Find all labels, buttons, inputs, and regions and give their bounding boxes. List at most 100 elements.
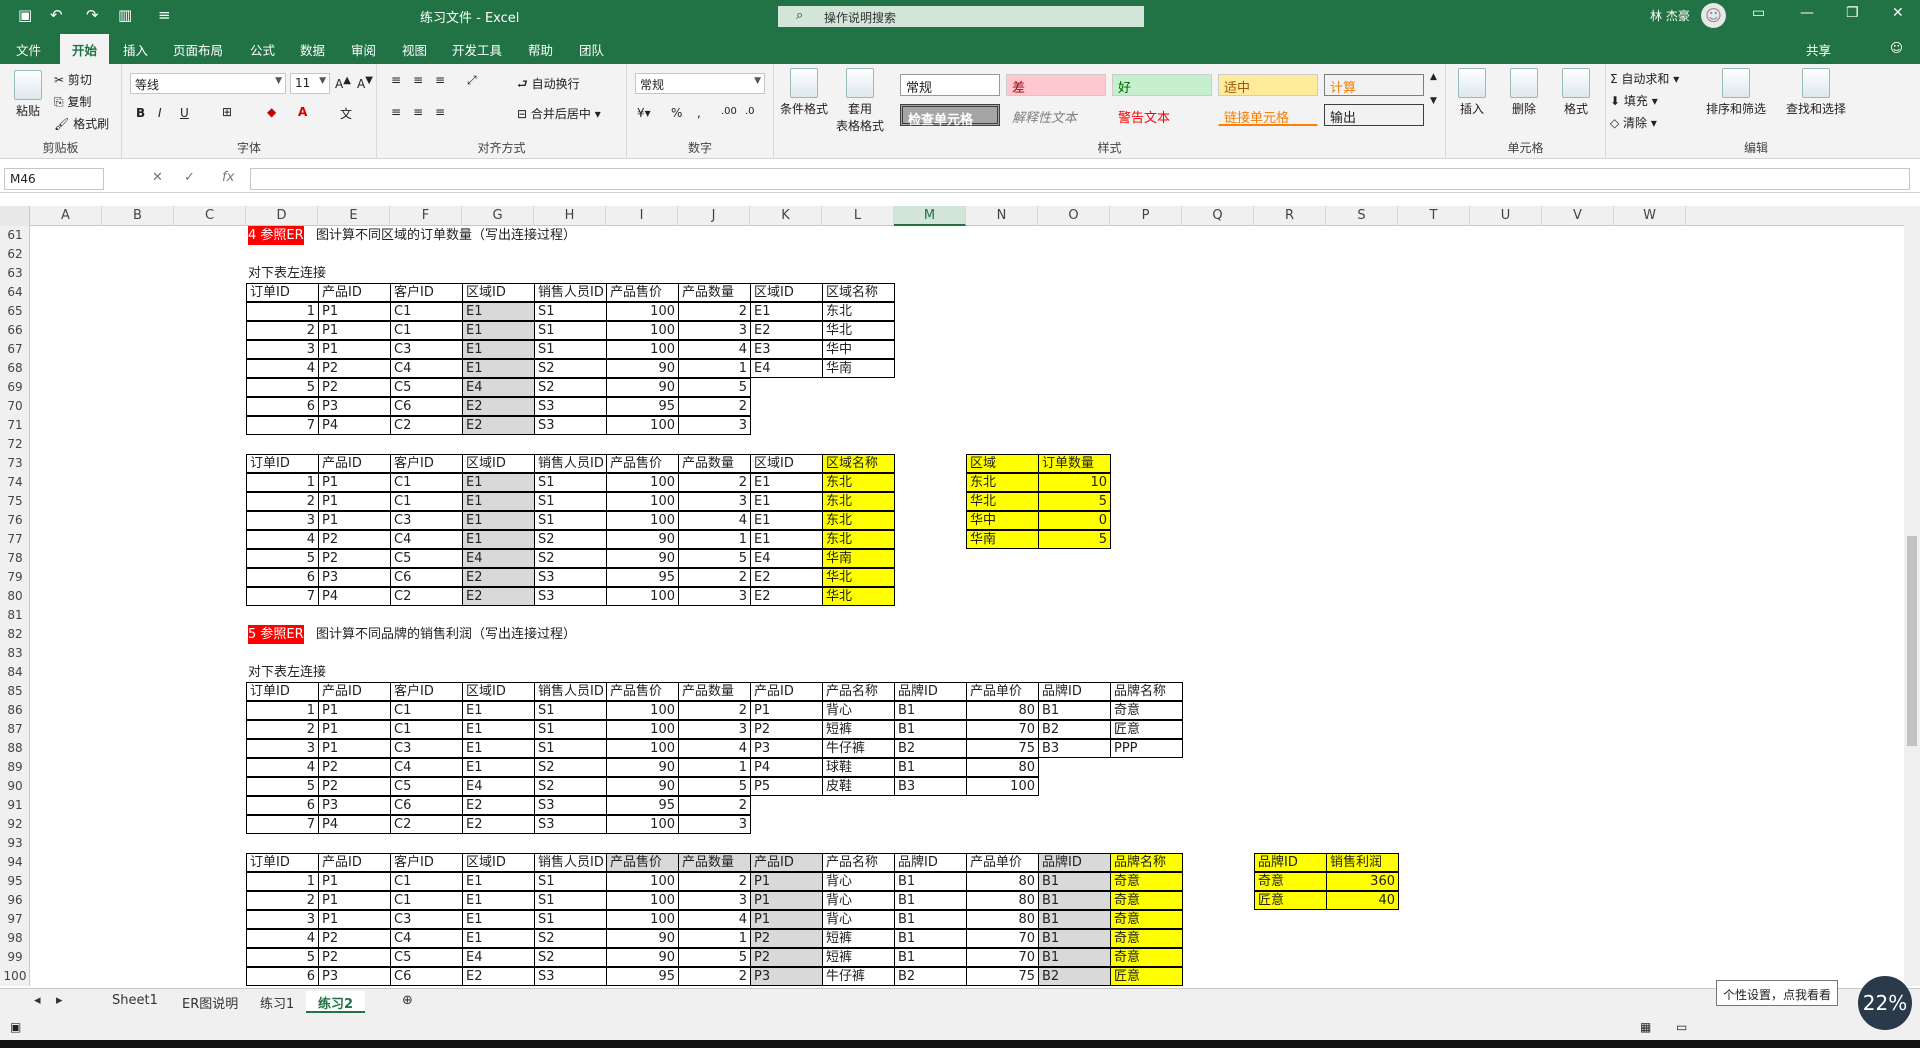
- table-cell[interactable]: P2: [318, 549, 391, 568]
- column-header-R[interactable]: R: [1254, 206, 1326, 226]
- currency-icon[interactable]: ¥▾: [637, 106, 651, 120]
- align-middle-icon[interactable]: ≡: [413, 73, 423, 87]
- table-cell[interactable]: 1: [246, 872, 319, 891]
- table-cell[interactable]: S3: [534, 587, 607, 606]
- table-cell[interactable]: B1: [1038, 701, 1111, 720]
- row-header-95[interactable]: 95: [0, 872, 29, 891]
- table-cell[interactable]: P1: [750, 891, 823, 910]
- column-header-K[interactable]: K: [750, 206, 822, 226]
- ime-tooltip[interactable]: 个性设置，点我看看: [1716, 980, 1838, 1006]
- table-cell[interactable]: 华南: [822, 359, 895, 378]
- table-cell[interactable]: P3: [318, 397, 391, 416]
- select-all-corner[interactable]: [0, 206, 30, 226]
- table-cell[interactable]: P3: [318, 796, 391, 815]
- table-cell[interactable]: B1: [1038, 929, 1111, 948]
- table-cell[interactable]: E4: [462, 549, 535, 568]
- grow-font-icon[interactable]: A▲: [335, 75, 351, 91]
- table-cell[interactable]: 90: [606, 378, 679, 397]
- fill-color-icon[interactable]: ◆: [267, 105, 276, 119]
- row-header-72[interactable]: 72: [0, 435, 29, 454]
- table-cell[interactable]: 100: [606, 473, 679, 492]
- decrease-decimal-icon[interactable]: .0: [745, 106, 755, 117]
- table-cell[interactable]: E1: [462, 872, 535, 891]
- table-cell[interactable]: 4: [678, 340, 751, 359]
- table-cell[interactable]: 东北: [822, 530, 895, 549]
- row-header-85[interactable]: 85: [0, 682, 29, 701]
- table-header[interactable]: 区域名称: [822, 283, 895, 302]
- row-header-92[interactable]: 92: [0, 815, 29, 834]
- macro-record-icon[interactable]: ▣: [10, 1020, 21, 1034]
- row-header-70[interactable]: 70: [0, 397, 29, 416]
- row-header-79[interactable]: 79: [0, 568, 29, 587]
- table-cell[interactable]: E1: [462, 473, 535, 492]
- table-cell[interactable]: 2: [678, 796, 751, 815]
- table-cell[interactable]: 5: [678, 549, 751, 568]
- table-cell[interactable]: 奇意: [1110, 872, 1183, 891]
- table-cell[interactable]: C1: [390, 720, 463, 739]
- table-cell[interactable]: P1: [318, 872, 391, 891]
- table-cell[interactable]: S1: [534, 321, 607, 340]
- add-sheet-icon[interactable]: ⊕: [390, 991, 425, 1013]
- row-header-78[interactable]: 78: [0, 549, 29, 568]
- table-cell[interactable]: B2: [1038, 720, 1111, 739]
- table-cell[interactable]: 95: [606, 568, 679, 587]
- table-cell[interactable]: E1: [462, 302, 535, 321]
- phonetic-icon[interactable]: 文: [340, 105, 352, 122]
- row-header-77[interactable]: 77: [0, 530, 29, 549]
- table-cell[interactable]: E1: [462, 758, 535, 777]
- row-header-81[interactable]: 81: [0, 606, 29, 625]
- table-cell[interactable]: C5: [390, 948, 463, 967]
- table-cell[interactable]: 3: [246, 739, 319, 758]
- table-cell[interactable]: B1: [894, 720, 967, 739]
- table-cell[interactable]: P1: [318, 473, 391, 492]
- table-cell[interactable]: E4: [462, 948, 535, 967]
- table-cell[interactable]: P1: [750, 872, 823, 891]
- worksheet-grid[interactable]: 4 参照ER 图计算不同区域的订单数量（写出连接过程） 对下表左连接 订单ID 产品ID…: [30, 226, 1904, 986]
- italic-button[interactable]: I: [158, 106, 162, 120]
- table-cell[interactable]: C2: [390, 815, 463, 834]
- table-cell[interactable]: P2: [750, 948, 823, 967]
- table-cell[interactable]: E2: [750, 321, 823, 340]
- close-icon[interactable]: ✕: [1892, 5, 1904, 21]
- table-cell[interactable]: C1: [390, 891, 463, 910]
- shrink-font-icon[interactable]: A▼: [357, 75, 373, 91]
- style-linked-cell[interactable]: 链接单元格: [1218, 104, 1318, 126]
- column-header-J[interactable]: J: [678, 206, 750, 226]
- row-header-73[interactable]: 73: [0, 454, 29, 473]
- table-cell[interactable]: 70: [966, 720, 1039, 739]
- table-header[interactable]: 销售人员ID: [534, 682, 607, 701]
- table-cell[interactable]: P1: [318, 701, 391, 720]
- table-cell[interactable]: 100: [606, 416, 679, 435]
- table-cell[interactable]: 100: [606, 340, 679, 359]
- table-cell[interactable]: C3: [390, 340, 463, 359]
- summary-cell[interactable]: 东北: [966, 473, 1039, 492]
- table-cell[interactable]: E4: [462, 378, 535, 397]
- font-name-select[interactable]: 等线 ▼: [130, 73, 286, 94]
- table-header[interactable]: 订单ID: [246, 454, 319, 473]
- table-cell[interactable]: 背心: [822, 891, 895, 910]
- table-cell[interactable]: 6: [246, 397, 319, 416]
- table-cell[interactable]: 奇意: [1110, 701, 1183, 720]
- table-cell[interactable]: S2: [534, 777, 607, 796]
- column-header-F[interactable]: F: [390, 206, 462, 226]
- summary-cell[interactable]: 5: [1038, 492, 1111, 511]
- table-cell[interactable]: S3: [534, 568, 607, 587]
- column-header-W[interactable]: W: [1614, 206, 1686, 226]
- vertical-scrollbar[interactable]: [1904, 206, 1920, 986]
- table-cell[interactable]: P2: [318, 530, 391, 549]
- table-cell[interactable]: 短裤: [822, 929, 895, 948]
- table-header[interactable]: 订单ID: [246, 283, 319, 302]
- table-cell[interactable]: B2: [1038, 967, 1111, 986]
- summary-cell[interactable]: 40: [1326, 891, 1399, 910]
- table-cell[interactable]: C3: [390, 739, 463, 758]
- style-calculation[interactable]: 计算: [1324, 74, 1424, 96]
- save-icon[interactable]: ▣: [18, 6, 32, 24]
- row-header-82[interactable]: 82: [0, 625, 29, 644]
- table-cell[interactable]: 100: [606, 720, 679, 739]
- restore-icon[interactable]: ❐: [1846, 5, 1859, 21]
- summary-cell[interactable]: 10: [1038, 473, 1111, 492]
- table-cell[interactable]: P1: [318, 720, 391, 739]
- table-cell[interactable]: 70: [966, 948, 1039, 967]
- table-cell[interactable]: E1: [462, 910, 535, 929]
- table-cell[interactable]: E2: [462, 568, 535, 587]
